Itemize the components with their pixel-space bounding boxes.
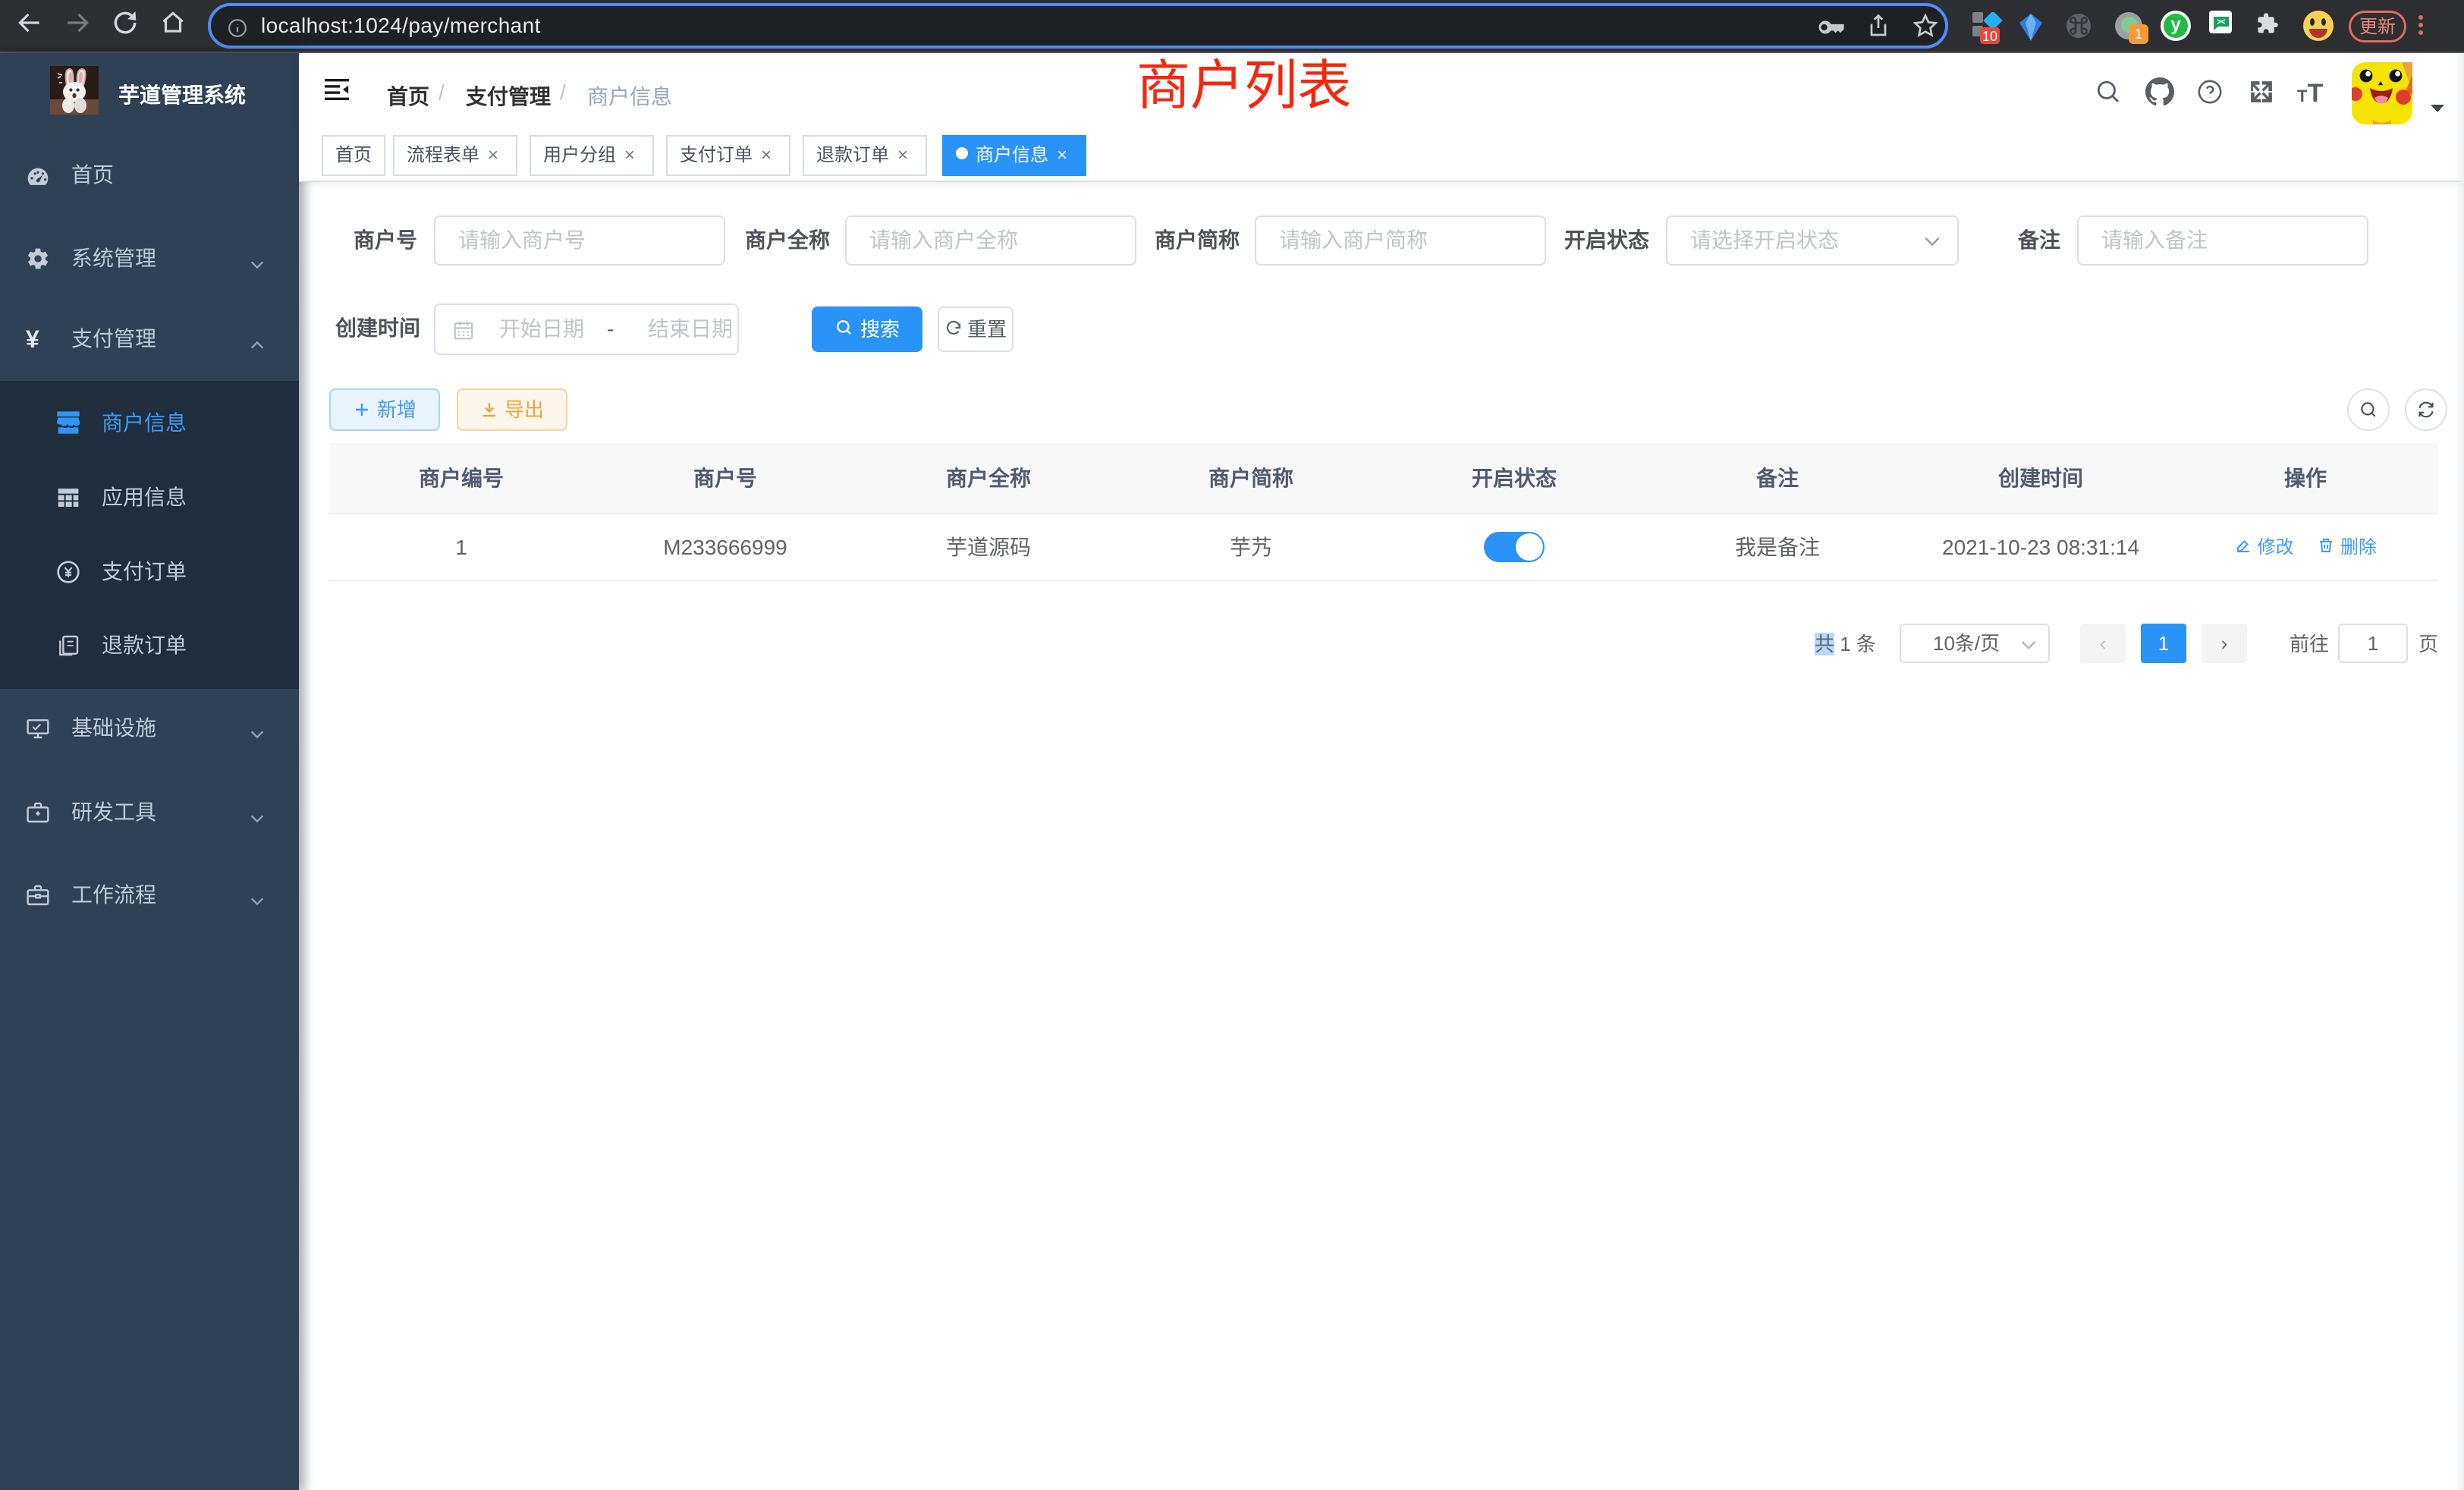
svg-text:10: 10 bbox=[1982, 29, 1997, 44]
